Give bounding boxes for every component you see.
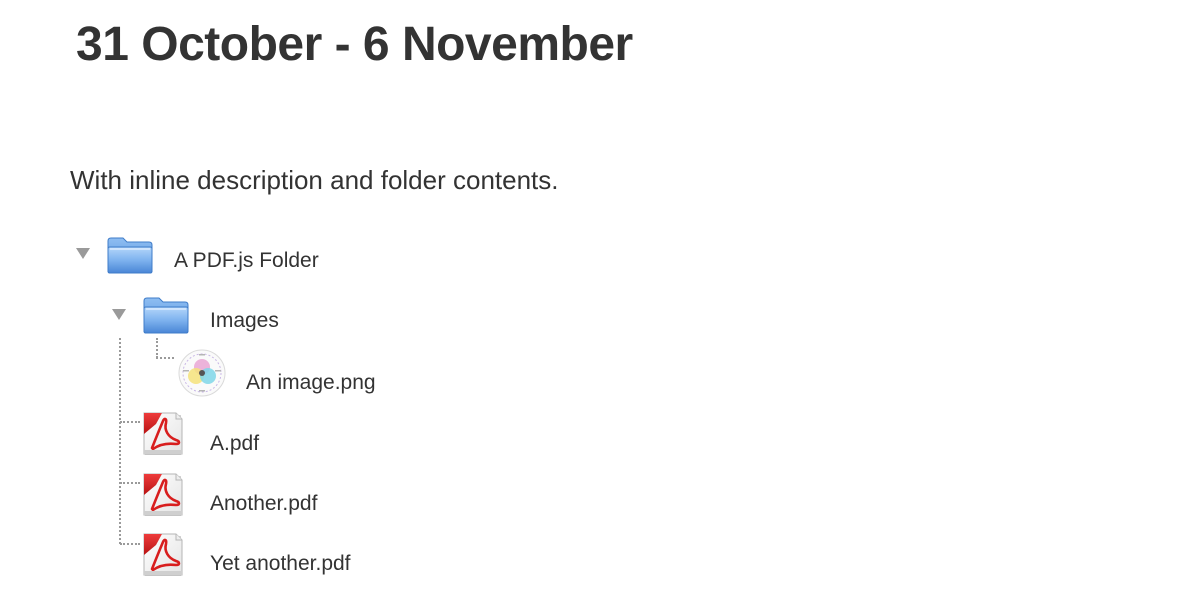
- collapse-toggle-icon[interactable]: [112, 309, 126, 320]
- file-name-pdf[interactable]: A.pdf: [210, 431, 259, 457]
- file-name-pdf[interactable]: Another.pdf: [210, 491, 317, 517]
- file-name-image[interactable]: An image.png: [246, 370, 376, 396]
- tree-connector-line: [120, 482, 140, 484]
- tree-connector-line: [120, 421, 140, 423]
- file-name-pdf[interactable]: Yet another.pdf: [210, 551, 351, 577]
- tree-connector-line: [156, 338, 158, 358]
- tree-connector-line: [120, 543, 140, 545]
- pdf-file-icon: [142, 531, 186, 579]
- tree-connector-line: [119, 338, 121, 544]
- image-thumbnail-icon: [177, 348, 227, 398]
- folder-name-root[interactable]: A PDF.js Folder: [174, 248, 319, 274]
- folder-icon: [106, 235, 154, 275]
- folder-icon: [142, 295, 190, 335]
- folder-name-images[interactable]: Images: [210, 308, 279, 334]
- folder-tree: A PDF.js Folder Images An image.png A.pd…: [0, 0, 1200, 600]
- pdf-file-icon: [142, 471, 186, 519]
- collapse-toggle-icon[interactable]: [76, 248, 90, 259]
- pdf-file-icon: [142, 410, 186, 458]
- tree-connector-line: [156, 357, 174, 359]
